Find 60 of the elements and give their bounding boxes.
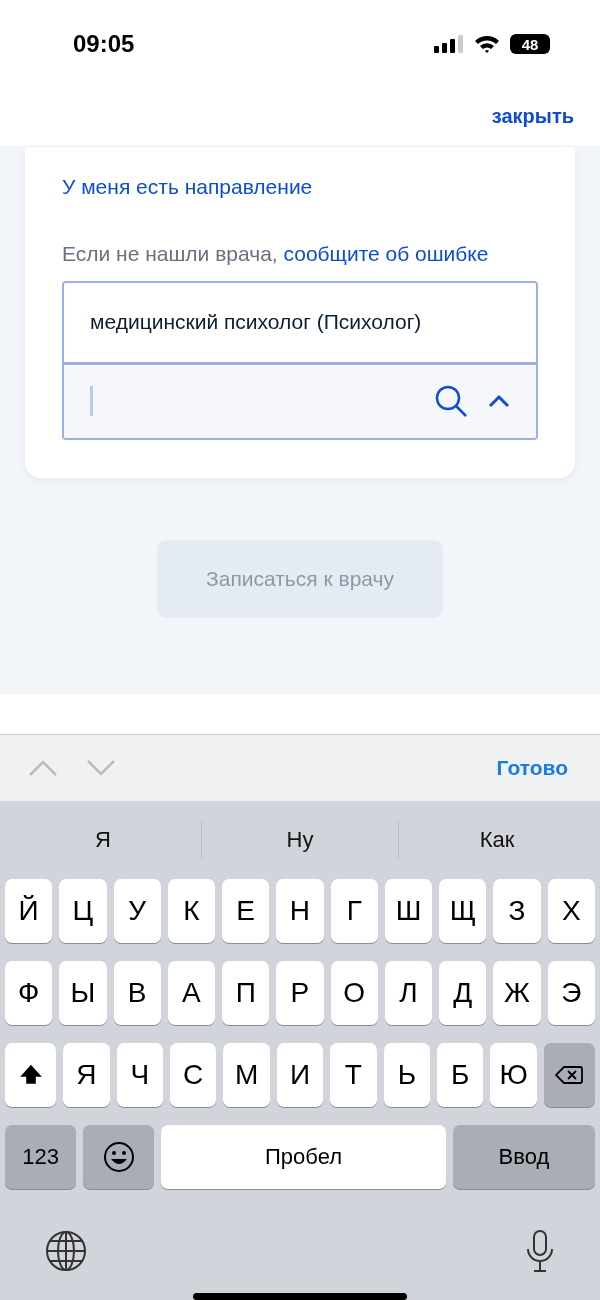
letter-key[interactable]: Г [330, 879, 378, 943]
letter-key[interactable]: Э [547, 961, 595, 1025]
letter-key[interactable]: Ч [116, 1043, 163, 1107]
letter-key[interactable]: В [113, 961, 161, 1025]
letter-key[interactable]: Ш [384, 879, 433, 943]
letter-key[interactable]: Х [547, 879, 595, 943]
letter-key[interactable]: З [493, 879, 541, 943]
shift-icon [19, 1064, 42, 1086]
return-key[interactable]: Ввод [452, 1125, 595, 1189]
letter-key[interactable]: Й [5, 879, 53, 943]
backspace-icon [555, 1065, 584, 1085]
letter-key[interactable]: Б [437, 1043, 484, 1107]
emoji-icon [102, 1141, 135, 1173]
signal-icon [434, 35, 464, 53]
close-link[interactable]: закрыть [491, 105, 574, 129]
microphone-icon[interactable] [525, 1229, 555, 1273]
letter-key[interactable]: Ы [59, 961, 107, 1025]
letter-key[interactable]: У [113, 879, 161, 943]
globe-icon[interactable] [45, 1230, 87, 1272]
battery-icon: 48 [510, 34, 550, 54]
letter-key[interactable]: Ц [59, 879, 107, 943]
clock: 09:05 [73, 30, 135, 58]
letter-key[interactable]: Т [330, 1043, 377, 1107]
suggestion[interactable]: Ну [201, 821, 398, 859]
letter-key[interactable]: Ь [383, 1043, 431, 1107]
letter-key[interactable]: К [167, 879, 216, 943]
letter-key[interactable]: Щ [439, 879, 487, 943]
specialty-dropdown[interactable]: медицинский психолог (Психолог) [62, 280, 538, 440]
letter-key[interactable]: Ф [5, 961, 53, 1025]
numbers-key[interactable]: 123 [5, 1125, 77, 1189]
dropdown-option[interactable]: медицинский психолог (Психолог) [64, 282, 536, 365]
suggestion[interactable]: Я [5, 821, 201, 859]
emoji-key[interactable] [83, 1125, 155, 1189]
wifi-icon [474, 35, 500, 53]
referral-link[interactable]: У меня есть направление [62, 174, 538, 199]
chevron-icon[interactable] [488, 394, 510, 409]
done-button[interactable]: Готово [490, 755, 574, 782]
suggestion[interactable]: Как [398, 821, 595, 859]
letter-key[interactable]: Д [439, 961, 487, 1025]
letter-key[interactable]: А [167, 961, 216, 1025]
letter-key[interactable]: И [276, 1043, 324, 1107]
letter-key[interactable]: Ю [490, 1043, 537, 1107]
space-key[interactable]: Пробел [161, 1125, 446, 1189]
letter-key[interactable]: С [169, 1043, 217, 1107]
letter-key[interactable]: Н [276, 879, 324, 943]
letter-key[interactable]: Л [384, 961, 433, 1025]
not-found-note: Если не нашли врача, сообщите об ошибке [62, 240, 490, 267]
letter-key[interactable]: Я [63, 1043, 110, 1107]
letter-key[interactable]: П [222, 961, 270, 1025]
letter-key[interactable]: Е [222, 879, 270, 943]
letter-key[interactable]: Ж [493, 961, 541, 1025]
letter-key[interactable]: Р [276, 961, 324, 1025]
text-cursor [90, 386, 93, 417]
report-error-link[interactable]: сообщите об ошибке [283, 241, 489, 265]
backspace-key[interactable] [543, 1043, 595, 1107]
letter-key[interactable]: М [223, 1043, 270, 1107]
letter-key[interactable]: О [330, 961, 378, 1025]
shift-key[interactable] [5, 1043, 57, 1107]
search-field[interactable] [64, 364, 536, 438]
search-icon[interactable] [434, 384, 468, 419]
